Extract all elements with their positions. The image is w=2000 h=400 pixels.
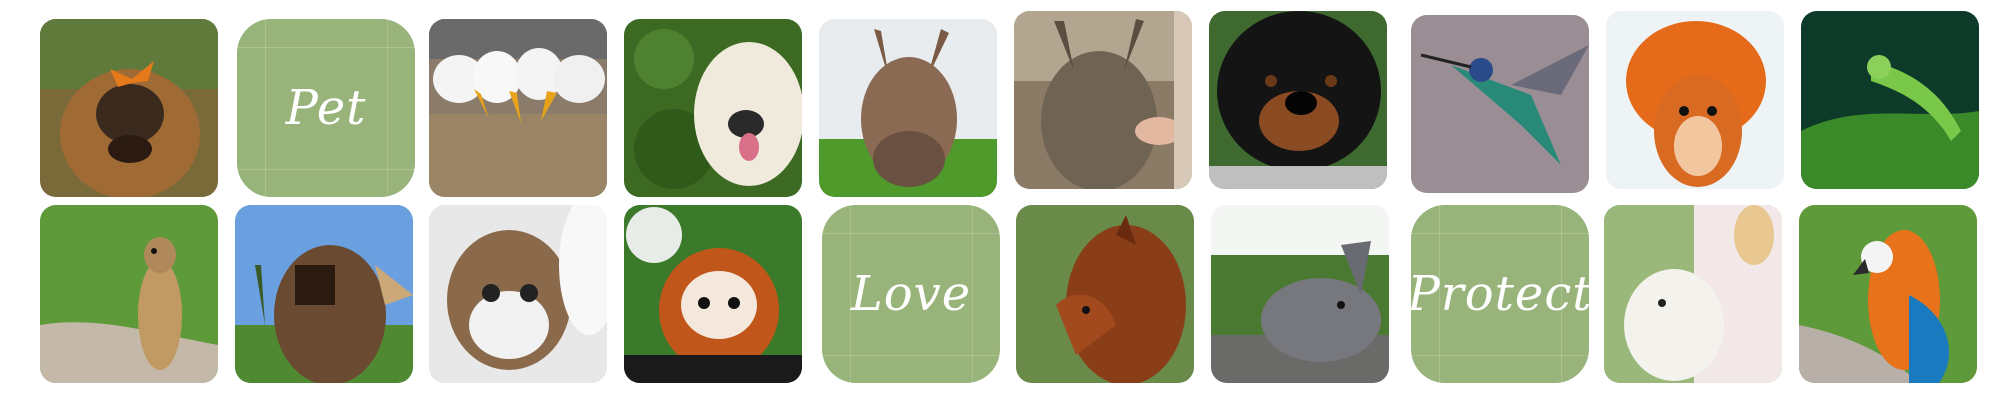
kitten-photo — [429, 205, 607, 383]
meerkat-photo — [40, 205, 218, 383]
word-tile-protect: Protect — [1411, 205, 1589, 383]
horse-photo — [1016, 205, 1194, 383]
ducks-photo — [429, 19, 607, 197]
word-protect: Protect — [1411, 266, 1589, 322]
rottweiler-photo — [1209, 11, 1387, 189]
green-lizard-photo — [1801, 11, 1979, 189]
red-squirrel-photo — [1606, 11, 1784, 189]
dog-with-butterfly-photo — [40, 19, 218, 197]
red-panda-photo — [624, 205, 802, 383]
macaw-photo — [1799, 205, 1977, 383]
donkey-palm-photo — [235, 205, 413, 383]
word-tile-love: Love — [822, 205, 1000, 383]
golden-retriever-photo — [624, 19, 802, 197]
donkey-photo — [819, 19, 997, 197]
word-tile-pet: Pet — [237, 19, 415, 197]
rabbit-photo — [1211, 205, 1389, 383]
word-pet: Pet — [285, 80, 367, 136]
deer-photo — [1014, 11, 1192, 189]
hummingbird-photo — [1411, 15, 1589, 193]
lamb-photo — [1604, 205, 1782, 383]
word-love: Love — [850, 266, 972, 322]
